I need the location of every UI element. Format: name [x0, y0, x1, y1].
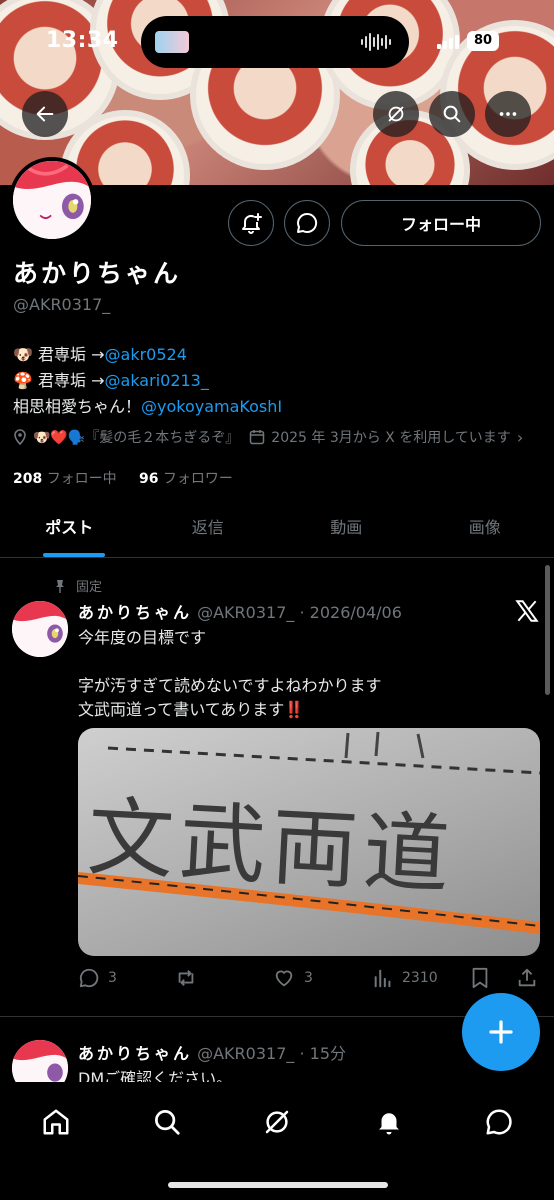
nav-notifications[interactable]	[365, 1098, 413, 1146]
followers-count-link[interactable]: 96 フォロワー	[139, 471, 233, 487]
scrollbar[interactable]	[545, 565, 550, 695]
profile-tabs: ポスト 返信 動画 画像	[0, 500, 554, 558]
notify-button[interactable]	[228, 200, 274, 246]
nav-messages[interactable]	[475, 1098, 523, 1146]
nav-search[interactable]	[143, 1098, 191, 1146]
bio-mention-link[interactable]: @akari0213_	[105, 371, 209, 390]
message-button[interactable]	[284, 200, 330, 246]
profile-avatar[interactable]	[9, 157, 95, 243]
more-button[interactable]	[485, 91, 531, 137]
reply-button[interactable]: 3	[78, 967, 117, 989]
plus-icon	[489, 1020, 513, 1044]
back-button[interactable]	[22, 91, 68, 137]
bio-line: 相思相愛ちゃん！@yokoyamaKoshI	[13, 393, 282, 417]
home-icon	[43, 1109, 69, 1135]
bio-text: 🍄 君専垢 →	[13, 371, 105, 390]
tweet-date: 2026/04/06	[309, 603, 402, 622]
tweet-handle[interactable]: @AKR0317_	[197, 1044, 294, 1063]
chevron-right-icon[interactable]: ›	[517, 428, 523, 447]
more-horizontal-icon	[499, 112, 517, 116]
dynamic-island[interactable]	[141, 16, 409, 68]
location-text: 🐶❤️🗣️『髪の毛２本ちぎるぞ』	[33, 430, 240, 446]
tweet-handle[interactable]: @AKR0317_	[197, 603, 294, 622]
share-icon	[518, 968, 536, 987]
tab-videos[interactable]: 動画	[277, 500, 416, 557]
avatar-image	[12, 601, 68, 657]
views-button[interactable]: 2310	[372, 967, 438, 989]
like-button[interactable]: 3	[272, 967, 313, 989]
joined-text: 2025 年 3月から X を利用しています	[271, 430, 511, 446]
tab-images[interactable]: 画像	[416, 500, 554, 557]
nav-home[interactable]	[32, 1098, 80, 1146]
arrow-left-icon	[36, 106, 54, 122]
home-indicator[interactable]	[168, 1182, 388, 1188]
compose-button[interactable]	[462, 993, 540, 1071]
avatar-image	[13, 161, 91, 239]
reply-icon	[79, 968, 99, 988]
pinned-indicator: 固定	[54, 576, 102, 595]
tab-replies[interactable]: 返信	[139, 500, 278, 557]
bookmark-button[interactable]	[470, 967, 490, 989]
chat-bubble-icon	[486, 1109, 512, 1135]
profile-name: あかりちゃん	[13, 259, 182, 288]
pin-icon	[56, 579, 64, 593]
bell-plus-icon	[242, 213, 262, 234]
bio-line: 🐶 君専垢 →@akr0524	[13, 341, 187, 365]
bio-line: 🍄 君専垢 →@akari0213_	[13, 367, 209, 391]
search-icon	[443, 105, 461, 123]
tweet-text-line: 文武両道って書いてあります‼️	[78, 700, 305, 719]
grok-button[interactable]	[373, 91, 419, 137]
tweet-text-line: 字が汚すぎて読めないですよねわかります	[78, 676, 382, 695]
tab-posts[interactable]: ポスト	[0, 500, 139, 557]
status-time: 13:34	[46, 28, 119, 53]
like-count: 3	[304, 970, 313, 986]
view-count: 2310	[402, 970, 438, 986]
bell-icon	[379, 1113, 399, 1135]
battery-indicator: 80	[467, 31, 499, 51]
retweet-icon	[178, 970, 194, 986]
location-icon	[14, 429, 26, 445]
bookmark-icon	[472, 967, 488, 989]
follow-counts: 208 フォロー中 96 フォロワー	[13, 468, 233, 488]
signal-icon	[437, 35, 459, 49]
tweet-header: あかりちゃん @AKR0317_ · 2026/04/06	[78, 603, 402, 622]
pinned-label: 固定	[76, 580, 103, 595]
grok-icon	[388, 106, 404, 122]
bio-mention-link[interactable]: @yokoyamaKoshI	[141, 397, 282, 416]
retweet-button[interactable]	[174, 967, 198, 989]
x-logo-icon	[514, 598, 540, 628]
tweet-image[interactable]: 文武両道	[78, 728, 540, 956]
bio-text: 相思相愛ちゃん！	[13, 397, 142, 416]
following-button[interactable]: フォロー中	[341, 200, 541, 246]
calendar-icon	[250, 430, 265, 445]
status-bar: 13:34 80	[0, 0, 554, 80]
following-count-link[interactable]: 208 フォロー中	[13, 471, 117, 487]
reply-count: 3	[108, 970, 117, 986]
tweet-author[interactable]: あかりちゃん	[78, 1044, 192, 1063]
search-icon	[155, 1110, 180, 1135]
share-button[interactable]	[516, 967, 538, 989]
chat-bubble-icon	[297, 212, 318, 233]
profile-handle: @AKR0317_	[13, 295, 111, 314]
tweet-avatar[interactable]	[12, 601, 68, 657]
bottom-nav	[0, 1082, 554, 1200]
tweet-header: あかりちゃん @AKR0317_ · 15分	[78, 1044, 347, 1063]
now-playing-thumbnail	[155, 31, 189, 53]
search-button[interactable]	[429, 91, 475, 137]
bio-text: 🐶 君専垢 →	[13, 345, 105, 364]
tweet-text-line: 今年度の目標です	[78, 628, 207, 647]
tweet-time: 15分	[309, 1044, 347, 1063]
nav-grok[interactable]	[253, 1098, 301, 1146]
tweet-author[interactable]: あかりちゃん	[78, 603, 192, 622]
grok-icon	[265, 1110, 289, 1134]
analytics-icon	[374, 969, 391, 988]
profile-meta: 🐶❤️🗣️『髪の毛２本ちぎるぞ』 2025 年 3月から X を利用しています …	[13, 427, 523, 447]
handwritten-text: 文武両道	[85, 787, 458, 907]
heart-icon	[275, 970, 293, 987]
audio-wave-icon	[361, 33, 391, 51]
bio-mention-link[interactable]: @akr0524	[105, 345, 187, 364]
